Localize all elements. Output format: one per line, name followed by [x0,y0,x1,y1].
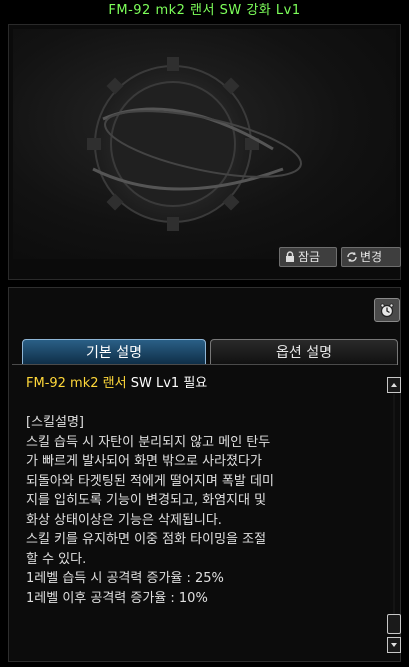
requirement-suffix: 필요 [183,376,208,391]
tab-basic-description[interactable]: 기본 설명 [22,339,206,365]
item-title: FM-92 mk2 랜서 SW 강화 Lv1 [108,3,301,18]
tab-divider [12,364,397,365]
scroll-up-button[interactable] [387,377,401,393]
description-line: 지를 입히도록 기능이 변경되고, 화염지대 및 [26,493,267,508]
requirement-item: FM-92 mk2 랜서 [26,376,127,391]
scrollbar-thumb[interactable] [387,614,401,634]
scroll-up-icon [391,383,397,387]
change-button[interactable]: 변경 [341,247,401,267]
description-line: 스킬 습득 시 자탄이 분리되지 않고 메인 탄두 [26,434,271,450]
description-line: 1레벨 습득 시 공격력 증가율 : 25% [26,571,224,586]
description-content: FM-92 mk2 랜서 SW Lv1 필요 [스킬설명] 스킬 습득 시 자탄… [26,374,376,608]
preview-image [13,29,396,259]
requirement-level: SW Lv1 [130,376,180,391]
scrollbar-track[interactable] [393,394,395,614]
preview-panel: 잠금 변경 [8,24,401,280]
description-line: 1레벨 이후 공격력 증가율 : 10% [26,590,208,606]
skill-heading: [스킬설명] [26,415,84,430]
dungeon-fighter-emblem [87,57,302,231]
description-line: 할 수 있다. [26,551,87,567]
clock-icon [380,303,394,318]
lock-label: 잠금 [298,250,321,264]
requirement-line: FM-92 mk2 랜서 SW Lv1 필요 [26,374,376,394]
description-line: 화상 상태이상은 기능은 삭제됩니다. [26,512,222,528]
lock-button[interactable]: 잠금 [279,247,337,267]
tab-option-description[interactable]: 옵션 설명 [210,339,398,365]
description-line: 스킬 키를 유지하면 이중 점화 타이밍을 조절 [26,532,267,547]
change-label: 변경 [360,250,383,264]
lock-icon [286,251,294,262]
description-line: 되돌아와 타겟팅된 적에게 떨어지며 폭발 데미 [26,473,274,489]
scroll-down-button[interactable] [387,637,401,653]
description-line: 가 빠르게 발사되어 화면 밖으로 사라졌다가 [26,454,262,469]
clock-button[interactable] [374,298,400,322]
change-icon [347,252,357,262]
scroll-down-icon [391,643,397,647]
